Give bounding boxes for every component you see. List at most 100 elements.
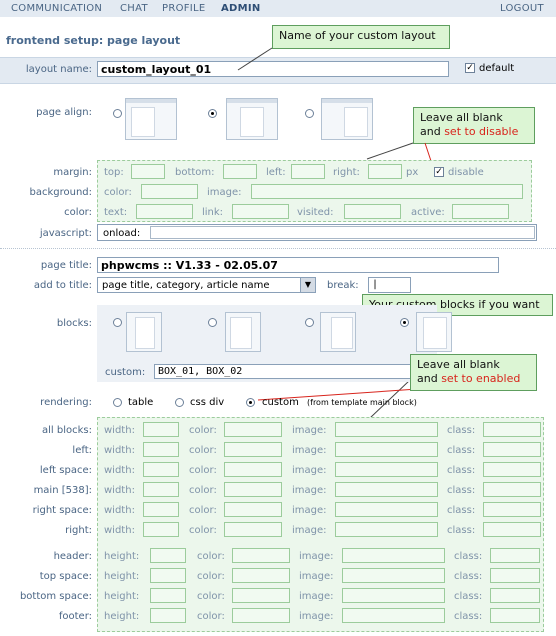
width-input[interactable] xyxy=(143,442,179,457)
section-row-label: bottom space: xyxy=(19,591,92,602)
background-image-input[interactable] xyxy=(251,184,523,199)
image-input[interactable] xyxy=(335,422,438,437)
section-row-label: top space: xyxy=(39,571,92,582)
onload-input[interactable] xyxy=(150,226,535,239)
class-input[interactable] xyxy=(483,482,541,497)
color-text-input[interactable] xyxy=(136,204,193,219)
rendering-label: rendering: xyxy=(40,397,92,408)
height-input[interactable] xyxy=(150,548,186,563)
class-input[interactable] xyxy=(483,502,541,517)
nav-admin[interactable]: ADMIN xyxy=(221,3,261,14)
class-input[interactable] xyxy=(490,588,540,603)
color-input[interactable] xyxy=(232,608,290,623)
javascript-label: javascript: xyxy=(39,228,92,239)
blocks-radio-1[interactable] xyxy=(113,318,122,327)
width-input[interactable] xyxy=(143,422,179,437)
image-input[interactable] xyxy=(335,442,438,457)
blocks-thumb-2 xyxy=(225,312,261,352)
page-title: frontend setup: page layout xyxy=(6,34,181,47)
blocks-label: blocks: xyxy=(56,318,92,329)
block-row-label: left: xyxy=(72,445,92,456)
callout-layout-name: Name of your custom layout xyxy=(272,25,450,49)
class-input[interactable] xyxy=(483,422,541,437)
default-label: default xyxy=(479,63,515,74)
page-align-radio-right[interactable] xyxy=(305,109,314,118)
nav-logout[interactable]: LOGOUT xyxy=(500,3,544,14)
layout-name-input[interactable]: custom_layout_01 xyxy=(97,61,449,77)
background-label: background: xyxy=(29,187,92,198)
color-input[interactable] xyxy=(224,482,282,497)
class-input[interactable] xyxy=(483,462,541,477)
align-left-thumb xyxy=(125,98,177,140)
class-input[interactable] xyxy=(483,522,541,537)
align-right-thumb xyxy=(321,98,373,140)
page-title-input[interactable]: phpwcms :: V1.33 - 02.05.07 xyxy=(97,257,499,273)
section-row-label: footer: xyxy=(58,611,92,622)
color-visited-input[interactable] xyxy=(344,204,401,219)
add-to-title-select[interactable]: page title, category, article name ▼ xyxy=(97,277,316,293)
color-input[interactable] xyxy=(224,462,282,477)
image-input[interactable] xyxy=(342,548,445,563)
color-label: color: xyxy=(64,207,92,218)
width-input[interactable] xyxy=(143,462,179,477)
class-input[interactable] xyxy=(490,548,540,563)
margin-right-input[interactable] xyxy=(368,164,402,179)
page-title-label: page title: xyxy=(40,260,92,271)
add-to-title-label: add to title: xyxy=(33,280,92,291)
margin-top-input[interactable] xyxy=(131,164,165,179)
class-input[interactable] xyxy=(490,608,540,623)
margin-left-input[interactable] xyxy=(291,164,325,179)
image-input[interactable] xyxy=(342,608,445,623)
class-input[interactable] xyxy=(490,568,540,583)
blocks-radio-4[interactable] xyxy=(400,318,409,327)
color-input[interactable] xyxy=(224,422,282,437)
break-input[interactable]: | xyxy=(368,277,411,293)
nav-profile[interactable]: PROFILE xyxy=(162,3,206,14)
color-input[interactable] xyxy=(232,568,290,583)
blocks-radio-2[interactable] xyxy=(208,318,217,327)
callout-blank-disable: Leave all blank and set to disable xyxy=(413,107,535,144)
margin-bottom-input[interactable] xyxy=(223,164,257,179)
rendering-radio-table[interactable] xyxy=(113,398,122,407)
image-input[interactable] xyxy=(335,522,438,537)
divider-1 xyxy=(0,248,556,249)
rendering-radio-css[interactable] xyxy=(175,398,184,407)
height-input[interactable] xyxy=(150,608,186,623)
block-row-label: main [538]: xyxy=(33,485,92,496)
width-input[interactable] xyxy=(143,522,179,537)
width-input[interactable] xyxy=(143,482,179,497)
blocks-thumb-3 xyxy=(320,312,356,352)
image-input[interactable] xyxy=(335,482,438,497)
color-input[interactable] xyxy=(224,502,282,517)
image-input[interactable] xyxy=(335,462,438,477)
layout-name-label: layout name: xyxy=(25,64,92,75)
color-input[interactable] xyxy=(232,548,290,563)
height-input[interactable] xyxy=(150,568,186,583)
blocks-radio-3[interactable] xyxy=(305,318,314,327)
color-input[interactable] xyxy=(224,442,282,457)
background-color-input[interactable] xyxy=(141,184,198,199)
width-input[interactable] xyxy=(143,502,179,517)
page-align-label: page align: xyxy=(36,107,92,118)
rendering-radio-custom[interactable] xyxy=(246,398,255,407)
height-input[interactable] xyxy=(150,588,186,603)
image-input[interactable] xyxy=(342,568,445,583)
default-checkbox[interactable]: ✓ xyxy=(465,63,475,73)
align-center-thumb xyxy=(226,98,278,140)
nav-chat[interactable]: CHAT xyxy=(120,3,148,14)
class-input[interactable] xyxy=(483,442,541,457)
color-input[interactable] xyxy=(232,588,290,603)
blocks-thumb-1 xyxy=(126,312,162,352)
nav-communication[interactable]: COMMUNICATION xyxy=(11,3,102,14)
image-input[interactable] xyxy=(335,502,438,517)
page-align-radio-center[interactable] xyxy=(208,109,217,118)
margin-disable-checkbox[interactable]: ✓ xyxy=(434,167,444,177)
color-input[interactable] xyxy=(224,522,282,537)
image-input[interactable] xyxy=(342,588,445,603)
block-row-label: right space: xyxy=(32,505,92,516)
color-active-input[interactable] xyxy=(452,204,509,219)
color-link-input[interactable] xyxy=(232,204,289,219)
custom-blocks-label: custom: xyxy=(105,367,146,378)
custom-blocks-input[interactable]: BOX_01, BOX_02 xyxy=(154,364,431,379)
page-align-radio-left[interactable] xyxy=(113,109,122,118)
